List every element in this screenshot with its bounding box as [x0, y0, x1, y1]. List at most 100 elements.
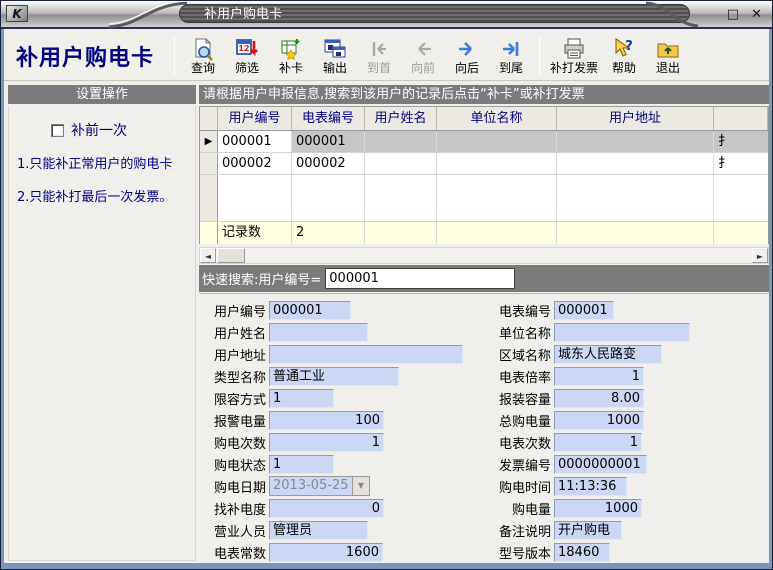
reissue-previous-checkbox[interactable]: 补前一次: [51, 120, 195, 140]
meter-ratio-field[interactable]: 1: [554, 367, 644, 386]
scrollbar-thumb[interactable]: [217, 248, 245, 263]
go-first-icon: [367, 37, 391, 61]
total-energy-field[interactable]: 1000: [554, 411, 644, 430]
field-label: 电表倍率: [492, 367, 554, 386]
user-table: 用户编号 电表编号 用户姓名 单位名称 用户地址 ▶ 000001 000001…: [199, 106, 769, 244]
row-selector: [200, 153, 218, 174]
meter-times-field[interactable]: 1: [554, 433, 642, 452]
field-label: 购电次数: [207, 433, 269, 452]
meter-constant-field[interactable]: 1600: [269, 543, 383, 562]
scroll-left-icon[interactable]: ◄: [200, 248, 216, 263]
empty-rows-area: [200, 175, 768, 222]
go-prev-icon: [411, 37, 435, 61]
cell-user-no[interactable]: 000001: [218, 131, 292, 152]
cell-meter-no[interactable]: 000002: [292, 153, 365, 174]
field-label: 发票编号: [492, 455, 554, 474]
quick-search-label: 快速搜索:用户编号=: [202, 269, 321, 288]
output-button[interactable]: 输出: [313, 36, 357, 76]
record-count-row: 记录数 2: [200, 222, 768, 244]
cell-meter-no[interactable]: 000001: [292, 131, 365, 152]
calendar-filter-icon: 12: [235, 37, 259, 61]
cell-user-name[interactable]: [365, 153, 437, 174]
close-button[interactable]: ✕: [751, 7, 762, 23]
query-button[interactable]: 查询: [181, 36, 225, 76]
record-count-value: 2: [292, 222, 365, 244]
purchase-status-field[interactable]: 1: [269, 455, 334, 474]
purchase-energy-field[interactable]: 1000: [554, 499, 642, 518]
field-label: 型号版本: [492, 543, 554, 562]
scroll-right-icon[interactable]: ►: [752, 248, 768, 263]
svg-text:12: 12: [238, 44, 249, 53]
cell-user-address[interactable]: [557, 153, 714, 174]
user-name-field[interactable]: [269, 323, 368, 342]
meter-no-field[interactable]: 000001: [554, 301, 614, 320]
cell-user-no[interactable]: 000002: [218, 153, 292, 174]
sidebar-note-1: 1.只能补正常用户的购电卡: [17, 156, 195, 173]
remark-field[interactable]: 开户购电: [554, 521, 622, 540]
reprint-invoice-button[interactable]: 补打发票: [546, 36, 602, 76]
col-user-address[interactable]: 用户地址: [557, 107, 714, 130]
col-user-name[interactable]: 用户姓名: [365, 107, 437, 130]
field-label: 用户姓名: [207, 323, 269, 342]
go-last-icon: [499, 37, 523, 61]
quick-search-input[interactable]: [325, 268, 515, 289]
query-label: 查询: [191, 61, 215, 75]
reissue-card-button[interactable]: 补卡: [269, 36, 313, 76]
model-version-field[interactable]: 18460: [554, 543, 610, 562]
col-meter-no[interactable]: 电表编号: [292, 107, 365, 130]
toolbar: 补用户购电卡 查询 12 筛选: [4, 31, 769, 81]
purchase-times-field[interactable]: 1: [269, 433, 384, 452]
sidebar-header: 设置操作: [8, 85, 196, 104]
field-label: 报警电量: [207, 411, 269, 430]
area-name-field[interactable]: 城东人民路变: [554, 345, 662, 364]
col-unit-name[interactable]: 单位名称: [437, 107, 557, 130]
toolbar-separator: [174, 36, 175, 76]
type-name-field[interactable]: 普通工业: [269, 367, 399, 386]
sidebar: 补前一次 1.只能补正常用户的购电卡 2.只能补打最后一次发票。: [8, 106, 196, 561]
selector-column-header: [200, 107, 218, 130]
exit-button[interactable]: 退出: [646, 36, 690, 76]
go-next-button[interactable]: 向后: [445, 36, 489, 76]
unit-name-field[interactable]: [554, 323, 690, 342]
field-label: 报装容量: [492, 389, 554, 408]
alarm-energy-field[interactable]: 100: [269, 411, 384, 430]
output-label: 输出: [323, 61, 347, 75]
cell-unit-name[interactable]: [437, 131, 557, 152]
checkbox-label: 补前一次: [71, 120, 127, 140]
help-button[interactable]: ? 帮助: [602, 36, 646, 76]
maximize-button[interactable]: □: [727, 7, 739, 23]
table-horizontal-scrollbar[interactable]: ◄ ►: [199, 247, 769, 264]
app-body: 补用户购电卡 查询 12 筛选: [4, 29, 769, 563]
field-label: 用户地址: [207, 345, 269, 364]
go-last-button[interactable]: 到尾: [489, 36, 533, 76]
field-label: 用户编号: [207, 301, 269, 320]
instruction-bar: 请根据用户申报信息,搜索到该用户的记录后点击“补卡”或补打发票: [199, 85, 769, 104]
svg-text:?: ?: [625, 39, 633, 54]
page-title: 补用户购电卡: [4, 40, 168, 72]
purchase-date-dropdown[interactable]: 2013-05-25 ▼: [269, 476, 370, 496]
purchase-time-field[interactable]: 11:13:36: [554, 477, 627, 496]
col-user-no[interactable]: 用户编号: [218, 107, 292, 130]
field-label: 电表常数: [207, 543, 269, 562]
table-row[interactable]: 000002 000002 扌: [200, 153, 768, 175]
invoice-no-field[interactable]: 0000000001: [554, 455, 647, 474]
row-selector: [200, 175, 218, 221]
user-address-field[interactable]: [269, 345, 463, 364]
chevron-down-icon[interactable]: ▼: [352, 477, 369, 495]
cell-user-name[interactable]: [365, 131, 437, 152]
adjust-energy-field[interactable]: 0: [269, 499, 384, 518]
cell-user-address[interactable]: [557, 131, 714, 152]
cell-unit-name[interactable]: [437, 153, 557, 174]
user-no-field[interactable]: 000001: [269, 301, 351, 320]
installed-capacity-field[interactable]: 8.00: [554, 389, 644, 408]
checkbox-icon[interactable]: [51, 124, 64, 137]
operator-field[interactable]: 管理员: [269, 521, 368, 540]
go-first-label: 到首: [367, 61, 391, 75]
limit-mode-field[interactable]: 1: [269, 389, 334, 408]
table-row[interactable]: ▶ 000001 000001 扌: [200, 131, 768, 153]
reprint-invoice-label: 补打发票: [550, 61, 598, 75]
cell-clipped: 扌: [714, 131, 768, 152]
help-cursor-icon: ?: [612, 37, 636, 61]
filter-button[interactable]: 12 筛选: [225, 36, 269, 76]
go-prev-label: 向前: [411, 61, 435, 75]
